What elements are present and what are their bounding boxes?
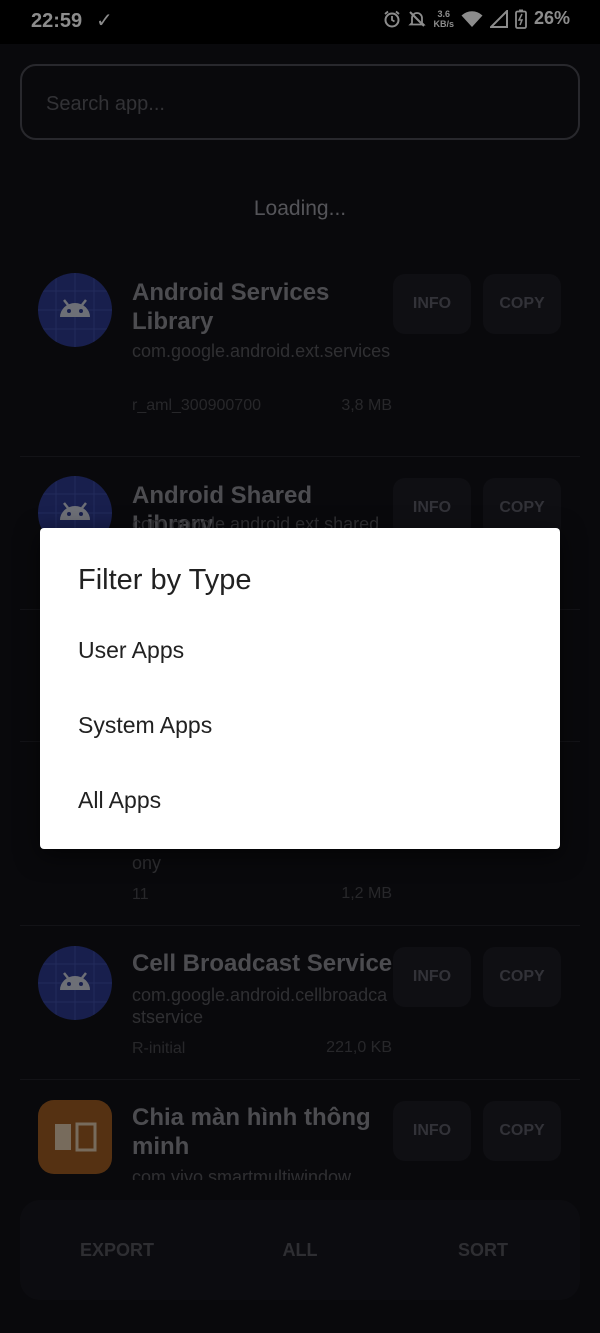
app-screen: 22:59 ✓ 3.6 KB/s 26% Search app... Loadi… <box>0 0 600 1333</box>
option-system-apps[interactable]: System Apps <box>40 690 560 760</box>
filter-dialog: Filter by Type User Apps System Apps All… <box>40 528 560 849</box>
option-all-apps[interactable]: All Apps <box>40 765 560 835</box>
dialog-title: Filter by Type <box>78 564 252 596</box>
option-user-apps[interactable]: User Apps <box>40 615 560 685</box>
